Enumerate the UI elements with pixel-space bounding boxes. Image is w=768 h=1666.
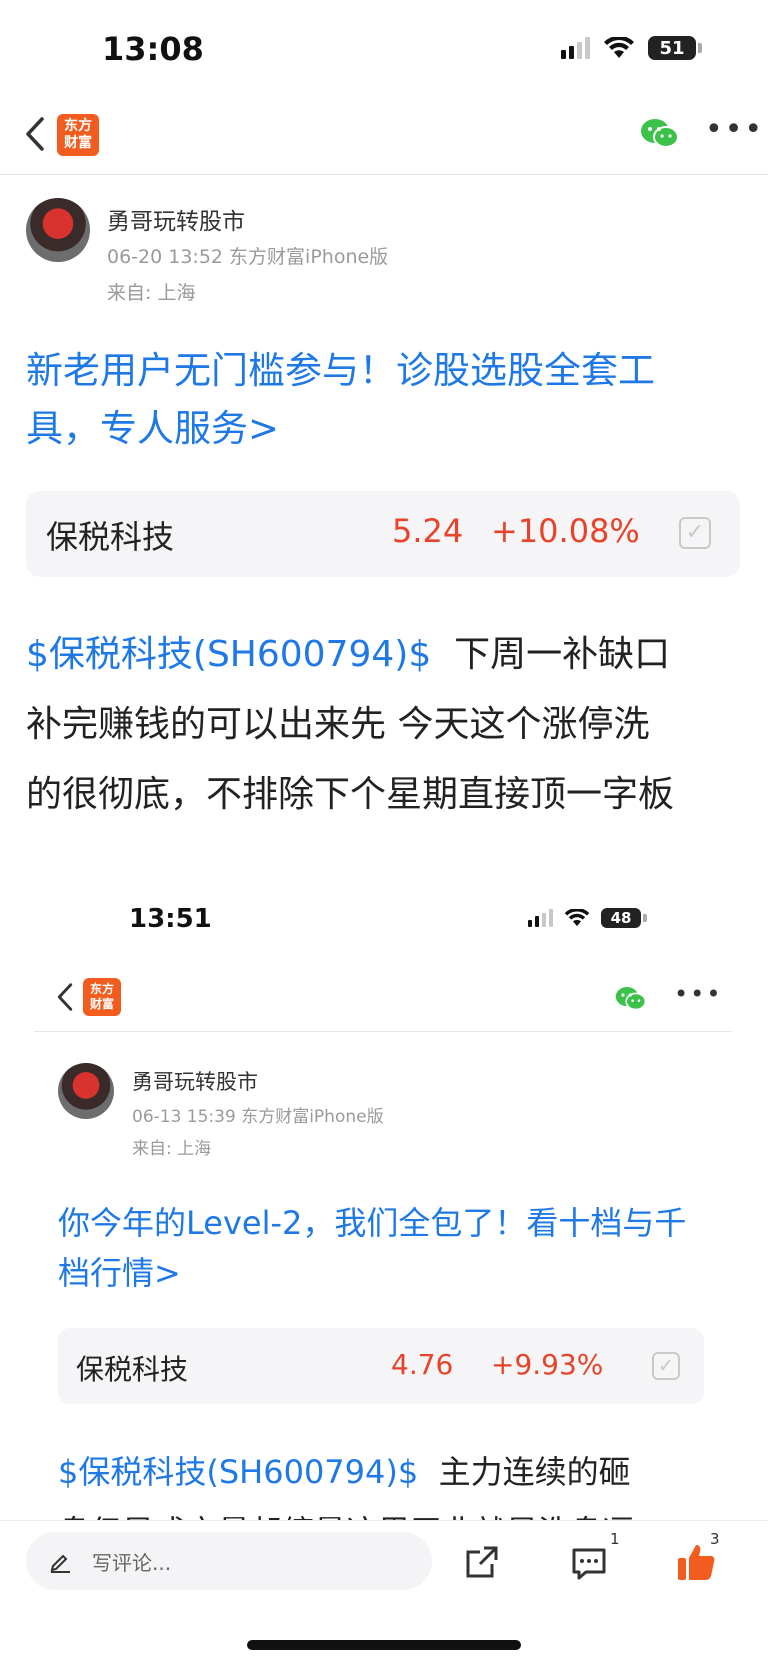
- stock-card[interactable]: 保税科技 5.24 +10.08% ✓: [26, 491, 740, 577]
- embedded-post-body: $保税科技(SH600794)$ 主力连续的砸 盘但是成交量却缩量这里无非就是洗…: [58, 1442, 740, 1520]
- stock-tag-link[interactable]: $保税科技(SH600794)$: [26, 634, 431, 675]
- more-options-icon[interactable]: •••: [705, 112, 764, 147]
- status-time: 13:08: [102, 30, 204, 68]
- comment-placeholder: 写评论...: [92, 1550, 172, 1575]
- avatar: [58, 1063, 114, 1119]
- pencil-icon: [50, 1554, 70, 1573]
- post-text-line: 盘但是成交量却缩量这里无非就是洗盘逼: [58, 1502, 740, 1520]
- stock-price: 4.76: [391, 1348, 454, 1381]
- embedded-screenshot[interactable]: 13:51 48 东方 财富 ••• 勇哥玩转股市 06-13 15:39 东方…: [26, 880, 740, 1520]
- stock-name: 保税科技: [46, 518, 175, 556]
- post-text-line: 的很彻底，不排除下个星期直接顶一字板: [26, 774, 675, 815]
- nav-divider: [0, 174, 768, 175]
- stock-tag-link: $保税科技(SH600794)$: [58, 1453, 419, 1491]
- logo-text-top: 东方: [64, 118, 92, 134]
- stock-change: +9.93%: [491, 1348, 604, 1381]
- back-arrow-icon[interactable]: [24, 116, 46, 152]
- post-text-line: 下周一补缺口: [454, 634, 671, 675]
- promo-link: 你今年的Level-2，我们全包了！看十档与千档行情>: [58, 1204, 687, 1292]
- author-name[interactable]: 勇哥玩转股市: [107, 202, 245, 236]
- wifi-icon: [564, 909, 590, 927]
- post-meta: 06-20 13:52 东方财富iPhone版: [107, 246, 389, 268]
- share-icon[interactable]: [464, 1544, 500, 1580]
- more-options-icon: •••: [674, 980, 723, 1008]
- back-arrow-icon: [57, 983, 73, 1011]
- cellular-signal-icon: [528, 909, 553, 927]
- post-location: 来自: 上海: [132, 1139, 212, 1159]
- wifi-icon: [604, 37, 634, 58]
- logo-text-bottom: 财富: [64, 135, 92, 151]
- like-count: 3: [710, 1530, 720, 1548]
- battery-icon: 51: [648, 36, 702, 60]
- embedded-status-time: 13:51: [129, 904, 212, 934]
- wechat-share-icon[interactable]: [640, 118, 680, 150]
- stock-change: +10.08%: [491, 512, 640, 550]
- embedded-nav-divider: [34, 1031, 732, 1032]
- comment-count: 1: [610, 1530, 620, 1548]
- home-indicator: [247, 1640, 521, 1650]
- eastmoney-logo: 东方 财富: [83, 978, 121, 1016]
- avatar[interactable]: [26, 198, 90, 262]
- stock-name: 保税科技: [76, 1353, 189, 1386]
- post-meta: 06-13 15:39 东方财富iPhone版: [132, 1107, 384, 1127]
- eastmoney-logo: 东方 财富: [57, 114, 99, 156]
- embedded-status-icons: 48: [528, 908, 647, 928]
- promo-link[interactable]: 新老用户无门槛参与！诊股选股全套工具，专人服务>: [26, 342, 716, 458]
- add-watchlist-icon: ✓: [652, 1352, 680, 1380]
- stock-card: 保税科技 4.76 +9.93% ✓: [58, 1328, 704, 1404]
- like-thumbs-up-icon[interactable]: [676, 1542, 716, 1582]
- post-location: 来自: 上海: [107, 282, 196, 304]
- post-text-line: 补完赚钱的可以出来先 今天这个涨停洗: [26, 704, 650, 745]
- stock-price: 5.24: [392, 512, 464, 550]
- logo-text-bottom: 财富: [89, 997, 114, 1011]
- post-body: $保税科技(SH600794)$ 下周一补缺口 补完赚钱的可以出来先 今天这个涨…: [26, 620, 746, 830]
- author-name: 勇哥玩转股市: [132, 1070, 258, 1094]
- comment-icon[interactable]: [570, 1544, 608, 1582]
- wechat-share-icon: [615, 987, 647, 1011]
- cellular-signal-icon: [561, 37, 590, 59]
- battery-icon: 48: [601, 908, 647, 928]
- status-icons: 51: [561, 36, 702, 60]
- embedded-battery-level: 48: [601, 908, 641, 928]
- battery-level: 51: [648, 36, 696, 60]
- logo-text-top: 东方: [89, 982, 114, 996]
- add-watchlist-icon[interactable]: ✓: [679, 517, 711, 549]
- comment-input[interactable]: 写评论...: [26, 1532, 432, 1590]
- post-text-line: 主力连续的砸: [438, 1453, 631, 1491]
